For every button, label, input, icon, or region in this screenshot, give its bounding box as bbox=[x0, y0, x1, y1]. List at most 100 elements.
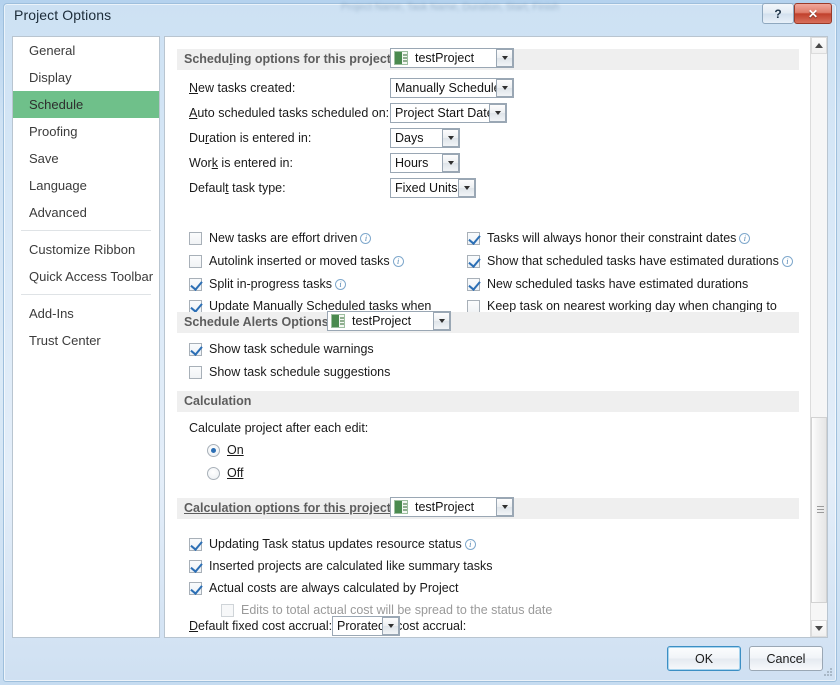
calc-options-check-2[interactable]: Actual costs are always calculated by Pr… bbox=[189, 581, 458, 596]
section-header-calc-options-label: Calculation options for this project: bbox=[184, 501, 396, 515]
content-scrollbar[interactable] bbox=[810, 37, 827, 637]
sidebar-item-general[interactable]: General bbox=[13, 37, 159, 64]
scheduling-field-value-1: Project Start Date bbox=[395, 106, 489, 120]
scheduling-check-right-label-1: Show that scheduled tasks have estimated… bbox=[487, 254, 793, 269]
sidebar-item-quick-access-toolbar[interactable]: Quick Access Toolbar bbox=[13, 263, 159, 290]
alerts-project-combo[interactable]: testProject bbox=[327, 311, 451, 331]
calc-options-project-combo[interactable]: testProject bbox=[390, 497, 514, 517]
sidebar-divider bbox=[21, 294, 151, 295]
scheduling-check-right-0[interactable]: Tasks will always honor their constraint… bbox=[467, 231, 751, 246]
scheduling-check-right-1[interactable]: Show that scheduled tasks have estimated… bbox=[467, 254, 793, 269]
close-button[interactable]: ✕ bbox=[794, 3, 832, 24]
background-window-text: Project Name, Task Name, Duration, Start… bbox=[340, 2, 560, 13]
title-bar[interactable]: Project Name, Task Name, Duration, Start… bbox=[0, 0, 840, 30]
scheduling-check-left-1[interactable]: Autolink inserted or moved tasks i bbox=[189, 254, 404, 269]
scrollbar-thumb[interactable] bbox=[811, 417, 827, 603]
dialog-title: Project Options bbox=[14, 7, 112, 23]
section-header-calculation-label: Calculation bbox=[184, 394, 252, 408]
alerts-check-1[interactable]: Show task schedule suggestions bbox=[189, 365, 390, 380]
checkbox-icon[interactable] bbox=[467, 232, 480, 245]
scroll-up-arrow-icon[interactable] bbox=[811, 37, 827, 54]
accrual-combo[interactable]: Prorated bbox=[332, 616, 400, 636]
alerts-check-label-1: Show task schedule suggestions bbox=[209, 365, 391, 379]
calc-options-project-combo-value: testProject bbox=[415, 500, 475, 514]
accrual-label: Default fixed cost accrual:efault fixed … bbox=[189, 619, 467, 633]
scheduling-check-left-label-2: Split in-progress tasks i bbox=[209, 277, 346, 292]
checkbox-icon[interactable] bbox=[189, 538, 202, 551]
sidebar-item-customize-ribbon[interactable]: Customize Ribbon bbox=[13, 236, 159, 263]
radio-icon[interactable] bbox=[207, 466, 220, 480]
scroll-down-arrow-icon[interactable] bbox=[811, 620, 827, 637]
sidebar-divider bbox=[21, 230, 151, 231]
scheduling-check-right-2[interactable]: New scheduled tasks have estimated durat… bbox=[467, 277, 748, 292]
accrual-combo-value: Prorated bbox=[337, 619, 382, 633]
scheduling-check-left-2[interactable]: Split in-progress tasks i bbox=[189, 277, 346, 292]
scheduling-project-combo-value: testProject bbox=[415, 51, 475, 65]
checkbox-icon[interactable] bbox=[467, 278, 480, 291]
alerts-check-label-0: Show task schedule warnings bbox=[209, 342, 374, 356]
sidebar-item-save[interactable]: Save bbox=[13, 145, 159, 172]
scheduling-field-combo-3[interactable]: Hours bbox=[390, 153, 460, 173]
project-options-dialog: Project Name, Task Name, Duration, Start… bbox=[0, 0, 840, 685]
scheduling-field-value-2: Days bbox=[395, 131, 424, 145]
checkbox-icon[interactable] bbox=[189, 278, 202, 291]
scheduling-check-left-label-1: Autolink inserted or moved tasks i bbox=[209, 254, 404, 269]
chevron-down-icon[interactable] bbox=[442, 129, 459, 147]
ok-button[interactable]: OK bbox=[667, 646, 741, 671]
sidebar-item-trust-center[interactable]: Trust Center bbox=[13, 327, 159, 354]
calculate-radio-on[interactable]: On bbox=[207, 443, 244, 457]
scheduling-field-combo-0[interactable]: Manually Scheduled bbox=[390, 78, 514, 98]
calc-options-check-1[interactable]: Inserted projects are calculated like su… bbox=[189, 559, 492, 574]
section-header-scheduling-label: Scheduling options for this project: bbox=[184, 52, 396, 66]
radio-icon[interactable] bbox=[207, 443, 220, 457]
info-icon[interactable]: i bbox=[392, 256, 404, 267]
sidebar-item-display[interactable]: Display bbox=[13, 64, 159, 91]
checkbox-icon[interactable] bbox=[189, 560, 202, 573]
chevron-down-icon[interactable] bbox=[496, 79, 513, 97]
sidebar-item-advanced[interactable]: Advanced bbox=[13, 199, 159, 226]
scheduling-field-value-0: Manually Scheduled bbox=[395, 81, 496, 95]
cancel-button[interactable]: Cancel bbox=[749, 646, 823, 671]
sidebar-item-schedule[interactable]: Schedule bbox=[13, 91, 159, 118]
calc-options-check-0[interactable]: Updating Task status updates resource st… bbox=[189, 537, 476, 552]
alerts-project-combo-value: testProject bbox=[352, 314, 412, 328]
chevron-down-icon[interactable] bbox=[433, 312, 450, 330]
chevron-down-icon[interactable] bbox=[489, 104, 506, 122]
scheduling-field-combo-2[interactable]: Days bbox=[390, 128, 460, 148]
scheduling-field-value-4: Fixed Units bbox=[395, 181, 458, 195]
chevron-down-icon[interactable] bbox=[442, 154, 459, 172]
checkbox-icon[interactable] bbox=[189, 232, 202, 245]
scheduling-check-left-0[interactable]: New tasks are effort driven i bbox=[189, 231, 372, 246]
checkbox-icon[interactable] bbox=[189, 366, 202, 379]
chevron-down-icon[interactable] bbox=[458, 179, 475, 197]
calculate-radio-off[interactable]: Off bbox=[207, 466, 243, 480]
scheduling-check-left-label-0: New tasks are effort driven i bbox=[209, 231, 372, 246]
info-icon[interactable]: i bbox=[739, 233, 751, 244]
info-icon[interactable]: i bbox=[334, 279, 346, 290]
sidebar-item-add-ins[interactable]: Add-Ins bbox=[13, 300, 159, 327]
scheduling-project-combo[interactable]: testProject bbox=[390, 48, 514, 68]
resize-grip-icon[interactable] bbox=[821, 667, 833, 679]
scheduling-field-combo-1[interactable]: Project Start Date bbox=[390, 103, 507, 123]
calculate-group-label: Calculate project after each edit: bbox=[189, 421, 369, 435]
chevron-down-icon[interactable] bbox=[496, 49, 513, 67]
info-icon[interactable]: i bbox=[781, 256, 793, 267]
section-header-calculation: Calculation bbox=[177, 391, 799, 412]
sidebar-item-proofing[interactable]: Proofing bbox=[13, 118, 159, 145]
info-icon[interactable]: i bbox=[360, 233, 372, 244]
checkbox-icon[interactable] bbox=[467, 255, 480, 268]
scheduling-field-label-3: Work is entered in: bbox=[189, 156, 293, 170]
alerts-check-0[interactable]: Show task schedule warnings bbox=[189, 342, 374, 357]
chevron-down-icon[interactable] bbox=[382, 617, 399, 635]
info-icon[interactable]: i bbox=[464, 539, 476, 550]
options-content-inner: Scheduling options for this project: tes… bbox=[165, 37, 811, 637]
checkbox-icon[interactable] bbox=[189, 582, 202, 595]
checkbox-icon[interactable] bbox=[221, 604, 234, 617]
sidebar-item-language[interactable]: Language bbox=[13, 172, 159, 199]
checkbox-icon[interactable] bbox=[189, 255, 202, 268]
help-button[interactable]: ? bbox=[762, 3, 794, 24]
options-category-sidebar[interactable]: General Display Schedule Proofing Save Langua… bbox=[12, 36, 160, 638]
chevron-down-icon[interactable] bbox=[496, 498, 513, 516]
scheduling-field-combo-4[interactable]: Fixed Units bbox=[390, 178, 476, 198]
checkbox-icon[interactable] bbox=[189, 343, 202, 356]
